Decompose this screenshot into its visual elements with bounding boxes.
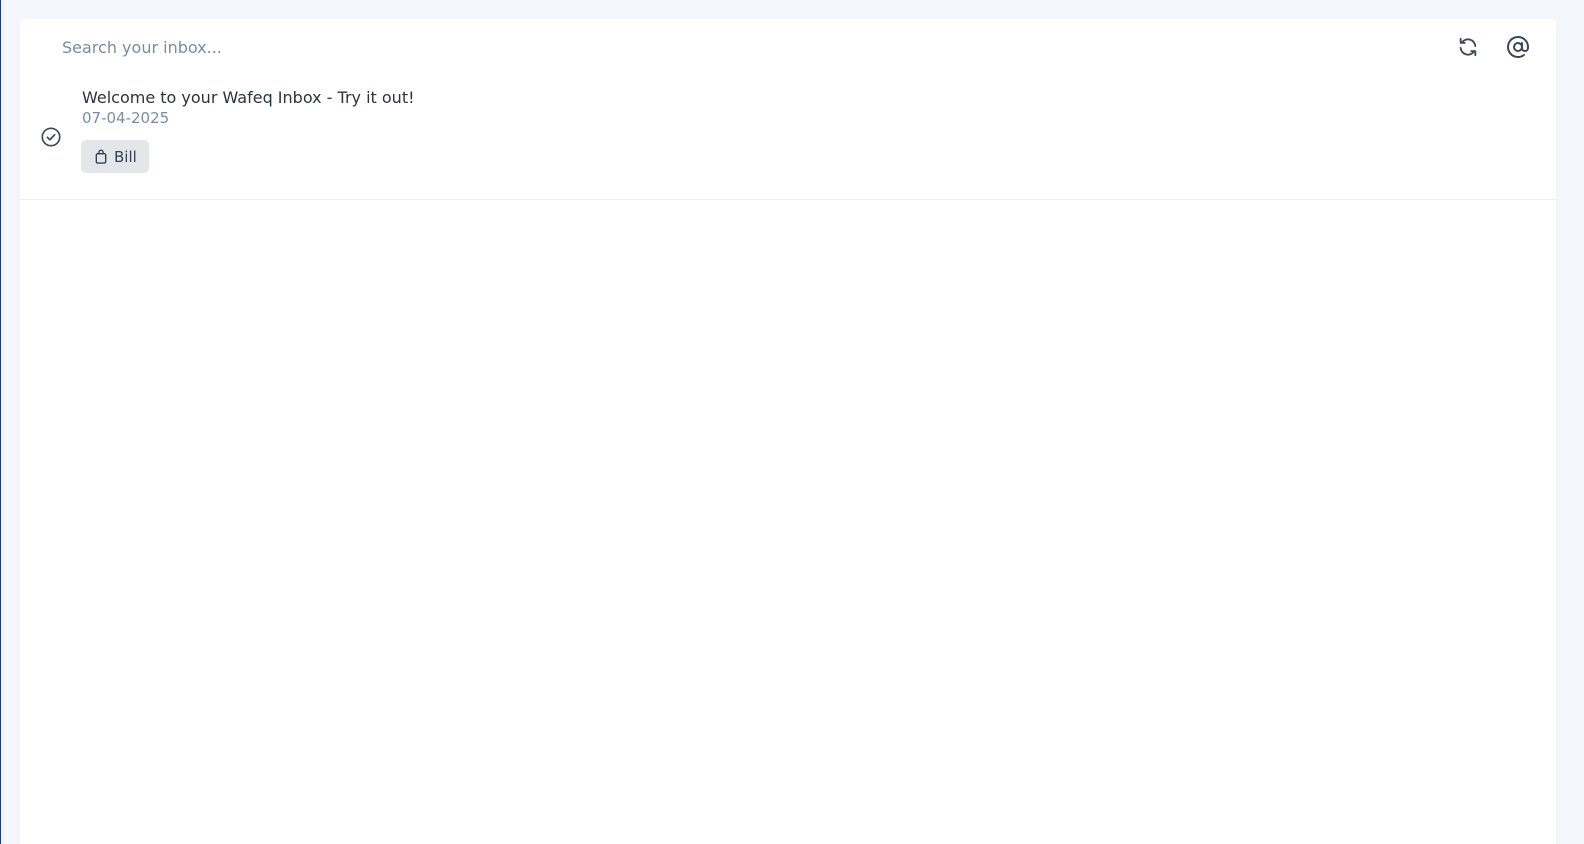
refresh-button[interactable] xyxy=(1454,33,1482,61)
bill-tag-label: Bill xyxy=(114,147,137,166)
refresh-icon xyxy=(1459,37,1477,57)
bill-tag-button[interactable]: Bill xyxy=(81,140,149,173)
inbox-item-title: Welcome to your Wafeq Inbox - Try it out… xyxy=(82,88,415,107)
inbox-panel: Welcome to your Wafeq Inbox - Try it out… xyxy=(20,19,1556,844)
search-input[interactable] xyxy=(62,33,1062,61)
search-bar xyxy=(20,19,1556,75)
shopping-bag-icon xyxy=(95,149,107,164)
window-left-edge xyxy=(0,0,1,844)
email-address-button[interactable] xyxy=(1504,33,1532,61)
mark-done-button[interactable] xyxy=(40,126,62,148)
inbox-item-date: 07-04-2025 xyxy=(82,109,170,127)
check-circle-icon xyxy=(41,127,61,147)
inbox-list-item[interactable]: Welcome to your Wafeq Inbox - Try it out… xyxy=(20,79,1556,200)
at-sign-icon xyxy=(1507,36,1529,58)
